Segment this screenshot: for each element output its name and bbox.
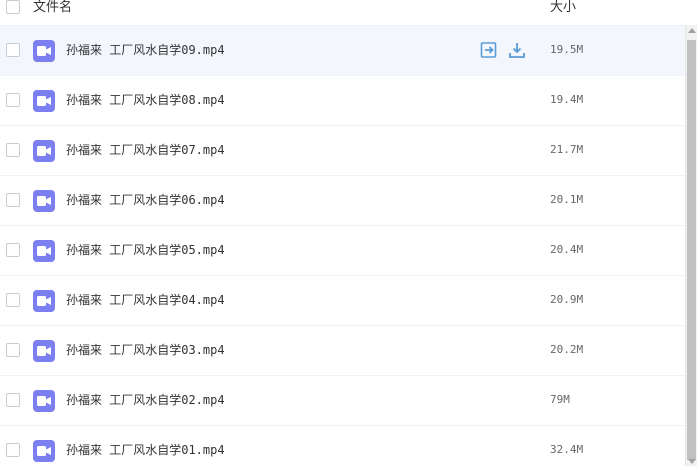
table-row[interactable]: 孙福来 工厂风水自学09.mp4 19.5M (0, 26, 685, 76)
video-file-icon (33, 340, 55, 362)
file-name[interactable]: 孙福来 工厂风水自学03.mp4 (66, 342, 225, 358)
table-row[interactable]: 孙福来 工厂风水自学01.mp4 32.4M (0, 426, 685, 466)
column-header-name[interactable]: 文件名 (33, 0, 72, 16)
row-checkbox[interactable] (6, 443, 20, 457)
row-checkbox[interactable] (6, 393, 20, 407)
scroll-up-arrow-icon[interactable] (688, 28, 696, 33)
row-checkbox[interactable] (6, 193, 20, 207)
file-size: 20.4M (550, 243, 584, 256)
table-row[interactable]: 孙福来 工厂风水自学02.mp4 79M (0, 376, 685, 426)
row-checkbox[interactable] (6, 143, 20, 157)
table-row[interactable]: 孙福来 工厂风水自学06.mp4 20.1M (0, 176, 685, 226)
row-checkbox[interactable] (6, 293, 20, 307)
file-name[interactable]: 孙福来 工厂风水自学08.mp4 (66, 92, 225, 108)
row-checkbox[interactable] (6, 343, 20, 357)
row-checkbox[interactable] (6, 243, 20, 257)
file-name[interactable]: 孙福来 工厂风水自学09.mp4 (66, 42, 225, 58)
file-name[interactable]: 孙福来 工厂风水自学05.mp4 (66, 242, 225, 258)
video-file-icon (33, 140, 55, 162)
file-size: 19.4M (550, 93, 584, 106)
vertical-scrollbar[interactable] (685, 26, 697, 466)
table-row[interactable]: 孙福来 工厂风水自学03.mp4 20.2M (0, 326, 685, 376)
column-header-size[interactable]: 大小 (550, 0, 576, 16)
row-actions (480, 41, 526, 61)
row-checkbox[interactable] (6, 43, 20, 57)
video-file-icon (33, 240, 55, 262)
file-size: 20.2M (550, 343, 584, 356)
file-size: 21.7M (550, 143, 584, 156)
file-size: 79M (550, 393, 570, 406)
video-file-icon (33, 440, 55, 462)
file-list: 孙福来 工厂风水自学09.mp4 19.5M 孙福来 工厂风水自学08.mp4 … (0, 26, 685, 466)
file-name[interactable]: 孙福来 工厂风水自学02.mp4 (66, 392, 225, 408)
video-file-icon (33, 290, 55, 312)
file-size: 32.4M (550, 443, 584, 456)
video-file-icon (33, 190, 55, 212)
video-file-icon (33, 40, 55, 62)
scroll-down-arrow-icon[interactable] (688, 459, 696, 464)
file-size: 20.1M (550, 193, 584, 206)
scrollbar-thumb[interactable] (687, 40, 696, 460)
row-checkbox[interactable] (6, 93, 20, 107)
file-name[interactable]: 孙福来 工厂风水自学04.mp4 (66, 292, 225, 308)
table-row[interactable]: 孙福来 工厂风水自学05.mp4 20.4M (0, 226, 685, 276)
file-name[interactable]: 孙福来 工厂风水自学07.mp4 (66, 142, 225, 158)
file-size: 20.9M (550, 293, 584, 306)
select-all-checkbox[interactable] (6, 0, 20, 14)
share-icon[interactable] (480, 41, 498, 59)
table-row[interactable]: 孙福来 工厂风水自学08.mp4 19.4M (0, 76, 685, 126)
file-name[interactable]: 孙福来 工厂风水自学06.mp4 (66, 192, 225, 208)
table-row[interactable]: 孙福来 工厂风水自学07.mp4 21.7M (0, 126, 685, 176)
file-size: 19.5M (550, 43, 584, 56)
download-icon[interactable] (508, 41, 526, 59)
table-row[interactable]: 孙福来 工厂风水自学04.mp4 20.9M (0, 276, 685, 326)
file-name[interactable]: 孙福来 工厂风水自学01.mp4 (66, 442, 225, 458)
video-file-icon (33, 90, 55, 112)
video-file-icon (33, 390, 55, 412)
file-list-header: 文件名 大小 (0, 0, 697, 26)
